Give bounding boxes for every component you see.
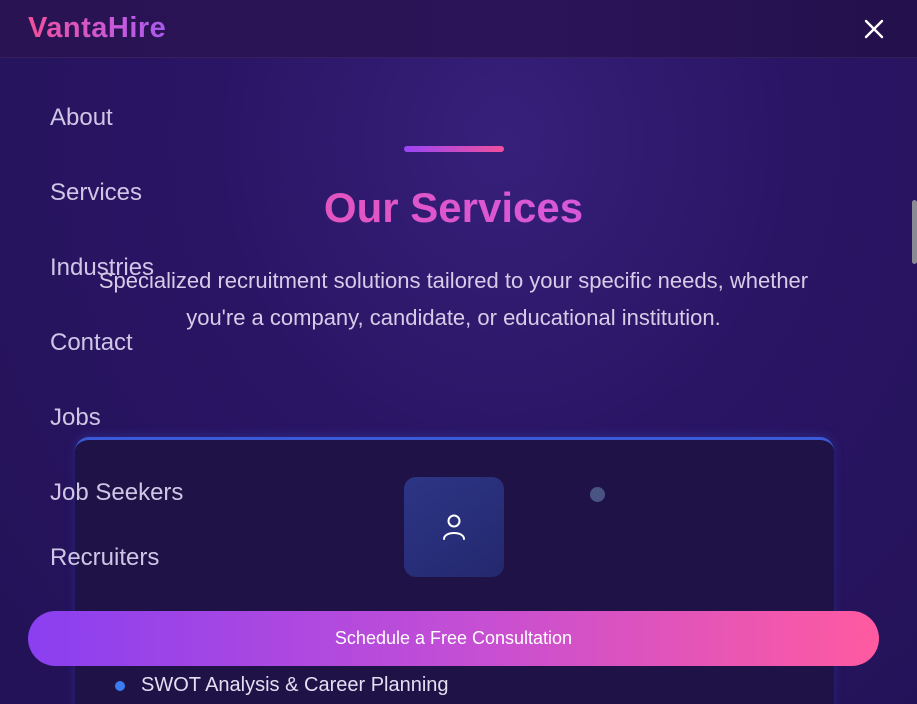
nav-item-recruiters[interactable]: Recruiters	[50, 544, 159, 572]
schedule-consultation-button[interactable]: Schedule a Free Consultation	[28, 611, 879, 666]
top-bar: VantaHire	[0, 0, 917, 58]
section-accent-bar	[404, 146, 504, 152]
close-menu-button[interactable]	[859, 14, 889, 44]
close-icon	[864, 19, 884, 38]
feature-label: SWOT Analysis & Career Planning	[141, 674, 449, 696]
brand-logo[interactable]: VantaHire	[28, 12, 166, 45]
nav-item-jobs[interactable]: Jobs	[50, 404, 101, 432]
nav-item-about[interactable]: About	[50, 104, 113, 132]
user-icon	[443, 514, 465, 540]
nav-item-industries[interactable]: Industries	[50, 254, 154, 282]
decorative-dot	[590, 487, 605, 502]
section-subtitle: Specialized recruitment solutions tailor…	[98, 268, 809, 330]
nav-item-services[interactable]: Services	[50, 179, 142, 207]
feature-list-item: SWOT Analysis & Career Planning	[115, 674, 449, 697]
bullet-icon	[115, 680, 125, 691]
service-card-icon	[404, 477, 504, 577]
nav-item-contact[interactable]: Contact	[50, 329, 133, 357]
nav-item-job-seekers[interactable]: Job Seekers	[50, 479, 183, 507]
scrollbar-thumb[interactable]	[912, 200, 917, 264]
